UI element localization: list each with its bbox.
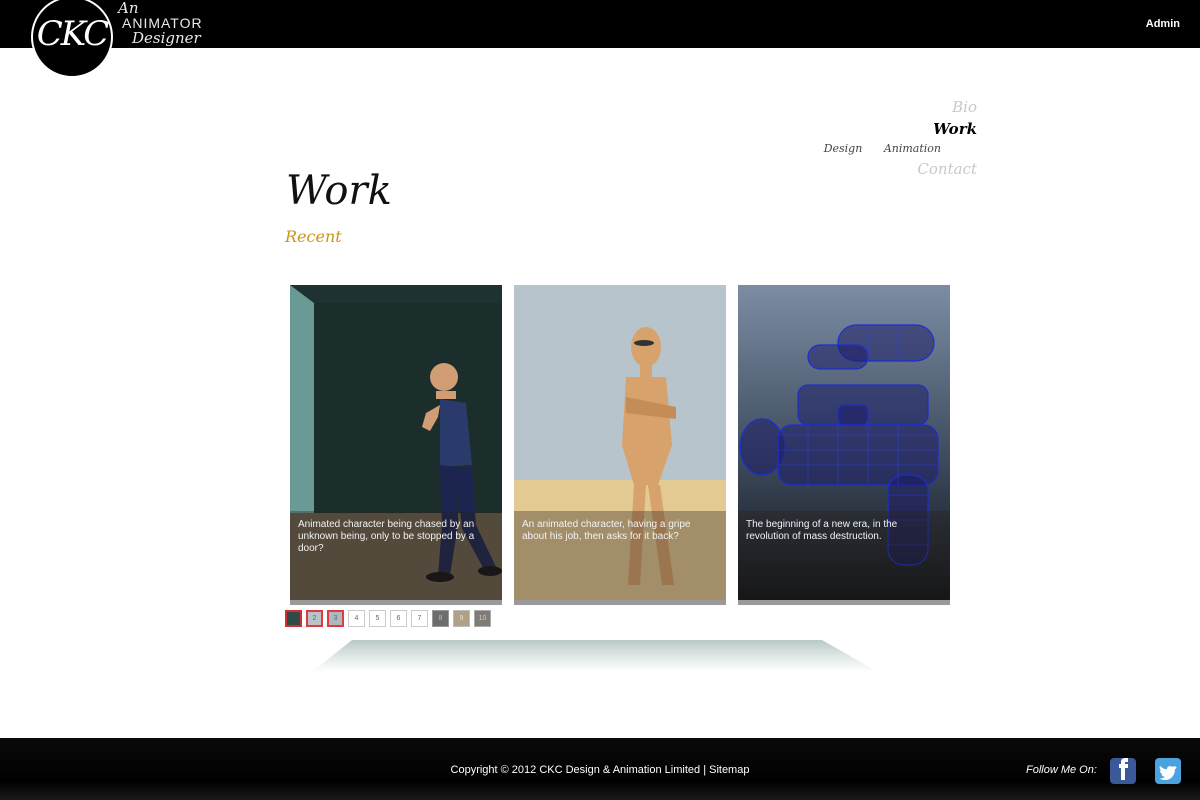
shelf-reflection	[312, 640, 878, 672]
admin-link[interactable]: Admin	[1146, 18, 1180, 30]
pager-item-2[interactable]: 2	[306, 610, 323, 627]
nav-bio[interactable]: Bio	[806, 96, 977, 118]
nav-sub-animation[interactable]: Animation	[884, 142, 941, 155]
pager-item-9[interactable]: 9	[453, 610, 470, 627]
logo-monogram: CKC	[36, 14, 110, 54]
card-3-caption: The beginning of a new era, in the revol…	[738, 511, 950, 600]
pager-item-4[interactable]: 4	[348, 610, 365, 627]
logo[interactable]: CKC	[31, 0, 113, 78]
card-2-caption: An animated character, having a gripe ab…	[514, 511, 726, 600]
nav-work-submenu: Design Animation	[806, 140, 941, 158]
nav-sub-design[interactable]: Design	[824, 142, 863, 155]
logo-tagline: An ANIMATOR Designer	[118, 1, 203, 46]
main-nav: Bio Work Design Animation Contact	[806, 96, 977, 180]
work-card-2[interactable]: An animated character, having a gripe ab…	[514, 285, 726, 605]
nav-contact[interactable]: Contact	[806, 158, 977, 180]
work-card-1[interactable]: Animated character being chased by an un…	[290, 285, 502, 605]
pager-item-6[interactable]: 6	[390, 610, 407, 627]
follow-label: Follow Me On:	[1026, 764, 1097, 776]
pager-item-3[interactable]: 3	[327, 610, 344, 627]
tagline-line-3: Designer	[132, 29, 201, 47]
work-card-3[interactable]: The beginning of a new era, in the revol…	[738, 285, 950, 605]
footer: Copyright © 2012 CKC Design & Animation …	[0, 738, 1200, 800]
pager-item-8[interactable]: 8	[432, 610, 449, 627]
copyright-text[interactable]: Copyright © 2012 CKC Design & Animation …	[0, 764, 1200, 776]
twitter-icon[interactable]	[1155, 758, 1181, 784]
nav-work[interactable]: Work	[806, 118, 977, 140]
pager-item-10[interactable]: 10	[474, 610, 491, 627]
facebook-icon[interactable]	[1110, 758, 1136, 784]
carousel-pager: 2 3 4 5 6 7 8 9 10	[285, 610, 491, 627]
pager-item-5[interactable]: 5	[369, 610, 386, 627]
card-1-caption: Animated character being chased by an un…	[290, 511, 502, 600]
pager-item-7[interactable]: 7	[411, 610, 428, 627]
page-subtitle: Recent	[285, 227, 342, 246]
tagline-line-1: An	[118, 0, 139, 17]
pager-item-1[interactable]	[285, 610, 302, 627]
page-title: Work	[286, 168, 392, 214]
